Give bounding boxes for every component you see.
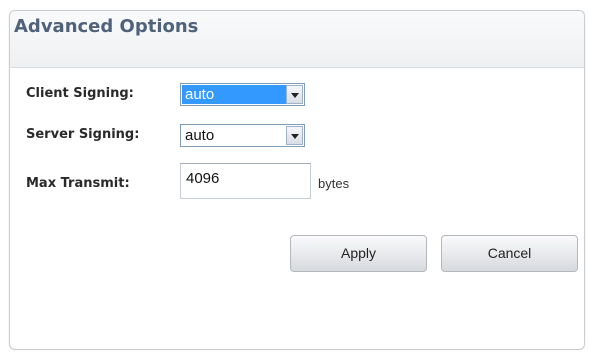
max-transmit-unit: bytes [318,176,350,191]
client-signing-select[interactable]: auto [180,83,305,106]
panel-title: Advanced Options [14,16,199,37]
cancel-button[interactable]: Cancel [441,235,578,272]
chevron-down-icon[interactable] [286,85,303,104]
apply-button[interactable]: Apply [290,235,427,272]
server-signing-label: Server Signing: [26,127,140,142]
client-signing-value: auto [182,85,286,104]
max-transmit-input[interactable]: 4096 [180,163,311,199]
server-signing-select[interactable]: auto [180,124,305,147]
chevron-down-icon[interactable] [286,126,303,145]
max-transmit-label: Max Transmit: [26,176,130,191]
client-signing-label: Client Signing: [26,86,134,101]
server-signing-value: auto [185,127,215,144]
